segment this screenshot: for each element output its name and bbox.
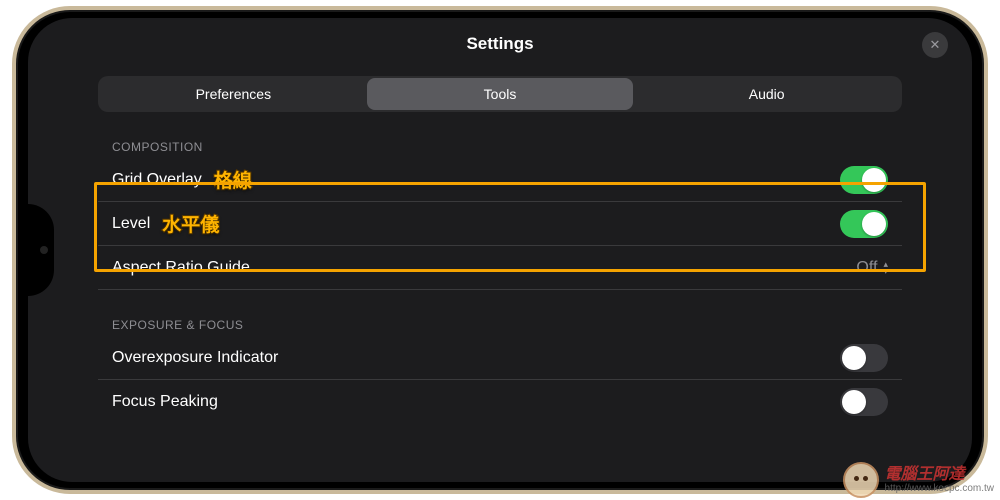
- overexposure-label: Overexposure Indicator: [112, 349, 278, 367]
- content-area: COMPOSITION Grid Overlay 格線 Level 水平儀 As…: [28, 140, 972, 424]
- watermark-title: 電腦王阿達: [885, 466, 994, 484]
- focus-peaking-label: Focus Peaking: [112, 393, 218, 411]
- tab-tools[interactable]: Tools: [367, 78, 634, 110]
- watermark-url: http://www.kocpc.com.tw: [885, 483, 994, 494]
- close-button[interactable]: ✕: [922, 32, 948, 58]
- row-aspect-ratio[interactable]: Aspect Ratio Guide Off ▴▾: [98, 246, 902, 290]
- header-bar: Settings ✕: [28, 18, 972, 70]
- row-grid-overlay: Grid Overlay 格線: [98, 158, 902, 202]
- watermark: 電腦王阿達 http://www.kocpc.com.tw: [843, 462, 994, 498]
- page-title: Settings: [466, 34, 533, 54]
- aspect-ratio-value: Off: [856, 259, 877, 277]
- level-toggle[interactable]: [840, 210, 888, 238]
- aspect-ratio-label: Aspect Ratio Guide: [112, 259, 250, 277]
- chevron-updown-icon: ▴▾: [883, 261, 888, 275]
- watermark-face-icon: [843, 462, 879, 498]
- focus-peaking-toggle[interactable]: [840, 388, 888, 416]
- tab-audio[interactable]: Audio: [633, 78, 900, 110]
- section-header-exposure-focus: EXPOSURE & FOCUS: [98, 318, 902, 332]
- toggle-knob: [842, 346, 866, 370]
- grid-overlay-label: Grid Overlay: [112, 171, 202, 189]
- row-focus-peaking: Focus Peaking: [98, 380, 902, 424]
- phone-frame: Settings ✕ Preferences Tools Audio COMPO…: [12, 6, 988, 494]
- grid-overlay-toggle[interactable]: [840, 166, 888, 194]
- tab-bar: Preferences Tools Audio: [98, 76, 902, 112]
- aspect-ratio-value-wrap: Off ▴▾: [856, 259, 888, 277]
- grid-overlay-annotation: 格線: [214, 166, 252, 193]
- toggle-knob: [842, 390, 866, 414]
- tab-preferences[interactable]: Preferences: [100, 78, 367, 110]
- phone-screen: Settings ✕ Preferences Tools Audio COMPO…: [28, 18, 972, 482]
- toggle-knob: [862, 168, 886, 192]
- close-icon: ✕: [930, 37, 941, 53]
- overexposure-toggle[interactable]: [840, 344, 888, 372]
- section-header-composition: COMPOSITION: [98, 140, 902, 154]
- dynamic-island: [28, 204, 54, 296]
- level-annotation: 水平儀: [162, 210, 219, 237]
- level-label: Level: [112, 215, 150, 233]
- toggle-knob: [862, 212, 886, 236]
- row-level: Level 水平儀: [98, 202, 902, 246]
- row-overexposure: Overexposure Indicator: [98, 336, 902, 380]
